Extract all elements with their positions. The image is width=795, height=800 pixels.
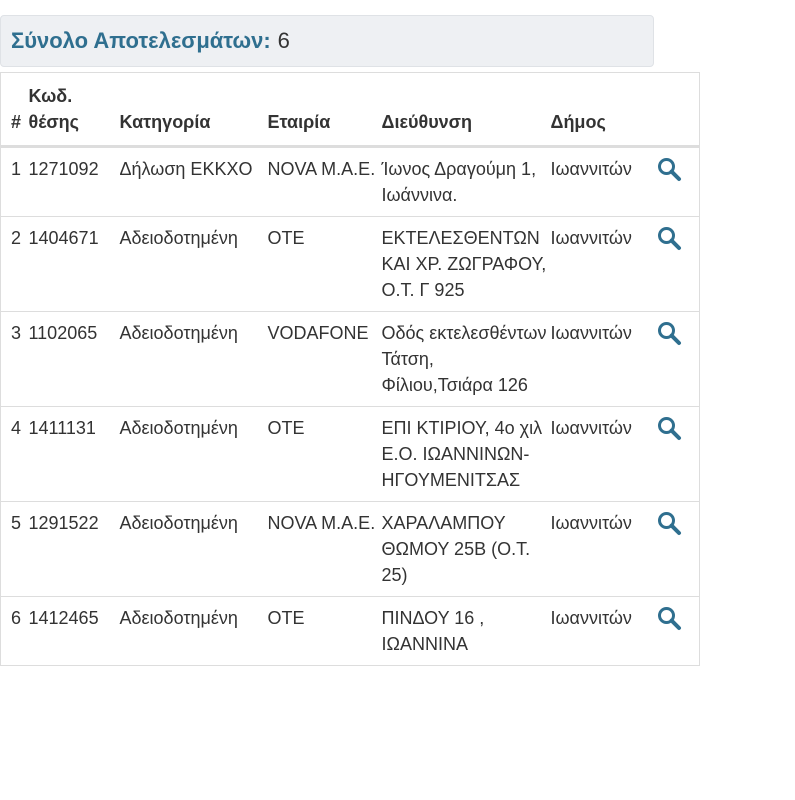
table-header: # Κωδ. θέσης Κατηγορία Εταιρία Διεύθυνση… [0,72,700,148]
cell-code: 1411131 [28,406,120,502]
cell-actions [655,501,700,597]
results-summary: Σύνολο Αποτελεσμάτων: 6 [0,15,654,67]
cell-num: 6 [0,596,29,666]
search-icon[interactable] [656,510,682,536]
header-category: Κατηγορία [119,72,268,148]
table-row: 1 1271092 Δήλωση ΕΚΚΧΟ NOVA Μ.Α.Ε. Ίωνος… [0,146,700,217]
search-icon[interactable] [656,415,682,441]
header-code: Κωδ. θέσης [28,72,120,148]
results-count: 6 [277,28,290,53]
cell-num: 5 [0,501,29,597]
cell-company: NOVA Μ.Α.Ε. [267,501,382,597]
cell-num: 4 [0,406,29,502]
cell-municipality: Ιωαννιτών [550,146,656,217]
table-body: 1 1271092 Δήλωση ΕΚΚΧΟ NOVA Μ.Α.Ε. Ίωνος… [0,146,700,666]
cell-category: Αδειοδοτημένη [119,501,268,597]
cell-code: 1404671 [28,216,120,312]
cell-actions [655,406,700,502]
header-actions [655,72,700,148]
header-num: # [0,72,29,148]
search-icon[interactable] [656,156,682,182]
header-company: Εταιρία [267,72,382,148]
cell-address: Οδός εκτελεσθέντων Τάτση, Φίλιου,Τσιάρα … [381,311,551,407]
cell-address: ΠΙΝΔΟΥ 16 , ΙΩΑΝΝΙΝΑ [381,596,551,666]
cell-category: Δήλωση ΕΚΚΧΟ [119,146,268,217]
table-row: 4 1411131 Αδειοδοτημένη ΟΤΕ ΕΠΙ ΚΤΙΡΙΟΥ,… [0,406,700,502]
cell-municipality: Ιωαννιτών [550,501,656,597]
cell-category: Αδειοδοτημένη [119,311,268,407]
table-row: 2 1404671 Αδειοδοτημένη ΟΤΕ ΕΚΤΕΛΕΣΘΕΝΤΩ… [0,216,700,312]
cell-company: ΟΤΕ [267,216,382,312]
cell-address: Ίωνος Δραγούμη 1, Ιωάννινα. [381,146,551,217]
cell-company: VODAFONE [267,311,382,407]
cell-category: Αδειοδοτημένη [119,596,268,666]
table-header-row: # Κωδ. θέσης Κατηγορία Εταιρία Διεύθυνση… [0,72,700,148]
cell-code: 1102065 [28,311,120,407]
header-municipality: Δήμος [550,72,656,148]
cell-address: ΕΠΙ ΚΤΙΡΙΟΥ, 4ο χιλ Ε.Ο. ΙΩΑΝΝΙΝΩΝ-ΗΓΟΥΜ… [381,406,551,502]
cell-actions [655,216,700,312]
table-row: 6 1412465 Αδειοδοτημένη ΟΤΕ ΠΙΝΔΟΥ 16 , … [0,596,700,666]
cell-actions [655,146,700,217]
cell-municipality: Ιωαννιτών [550,216,656,312]
search-icon[interactable] [656,605,682,631]
cell-category: Αδειοδοτημένη [119,216,268,312]
table-row: 5 1291522 Αδειοδοτημένη NOVA Μ.Α.Ε. ΧΑΡΑ… [0,501,700,597]
cell-company: ΟΤΕ [267,406,382,502]
cell-municipality: Ιωαννιτών [550,311,656,407]
cell-address: ΕΚΤΕΛΕΣΘΕΝΤΩΝ ΚΑΙ ΧΡ. ΖΩΓΡΑΦΟΥ, Ο.Τ. Γ 9… [381,216,551,312]
table-row: 3 1102065 Αδειοδοτημένη VODAFONE Οδός εκ… [0,311,700,407]
cell-code: 1291522 [28,501,120,597]
cell-category: Αδειοδοτημένη [119,406,268,502]
header-address: Διεύθυνση [381,72,551,148]
cell-municipality: Ιωαννιτών [550,596,656,666]
search-icon[interactable] [656,225,682,251]
cell-municipality: Ιωαννιτών [550,406,656,502]
cell-company: ΟΤΕ [267,596,382,666]
cell-actions [655,596,700,666]
cell-num: 1 [0,146,29,217]
cell-actions [655,311,700,407]
cell-code: 1412465 [28,596,120,666]
cell-num: 2 [0,216,29,312]
cell-company: NOVA Μ.Α.Ε. [267,146,382,217]
cell-code: 1271092 [28,146,120,217]
results-table: # Κωδ. θέσης Κατηγορία Εταιρία Διεύθυνση… [0,72,700,666]
search-icon[interactable] [656,320,682,346]
results-summary-label: Σύνολο Αποτελεσμάτων: [11,28,271,53]
cell-address: ΧΑΡΑΛΑΜΠΟΥ ΘΩΜΟΥ 25Β (Ο.Τ. 25) [381,501,551,597]
cell-num: 3 [0,311,29,407]
